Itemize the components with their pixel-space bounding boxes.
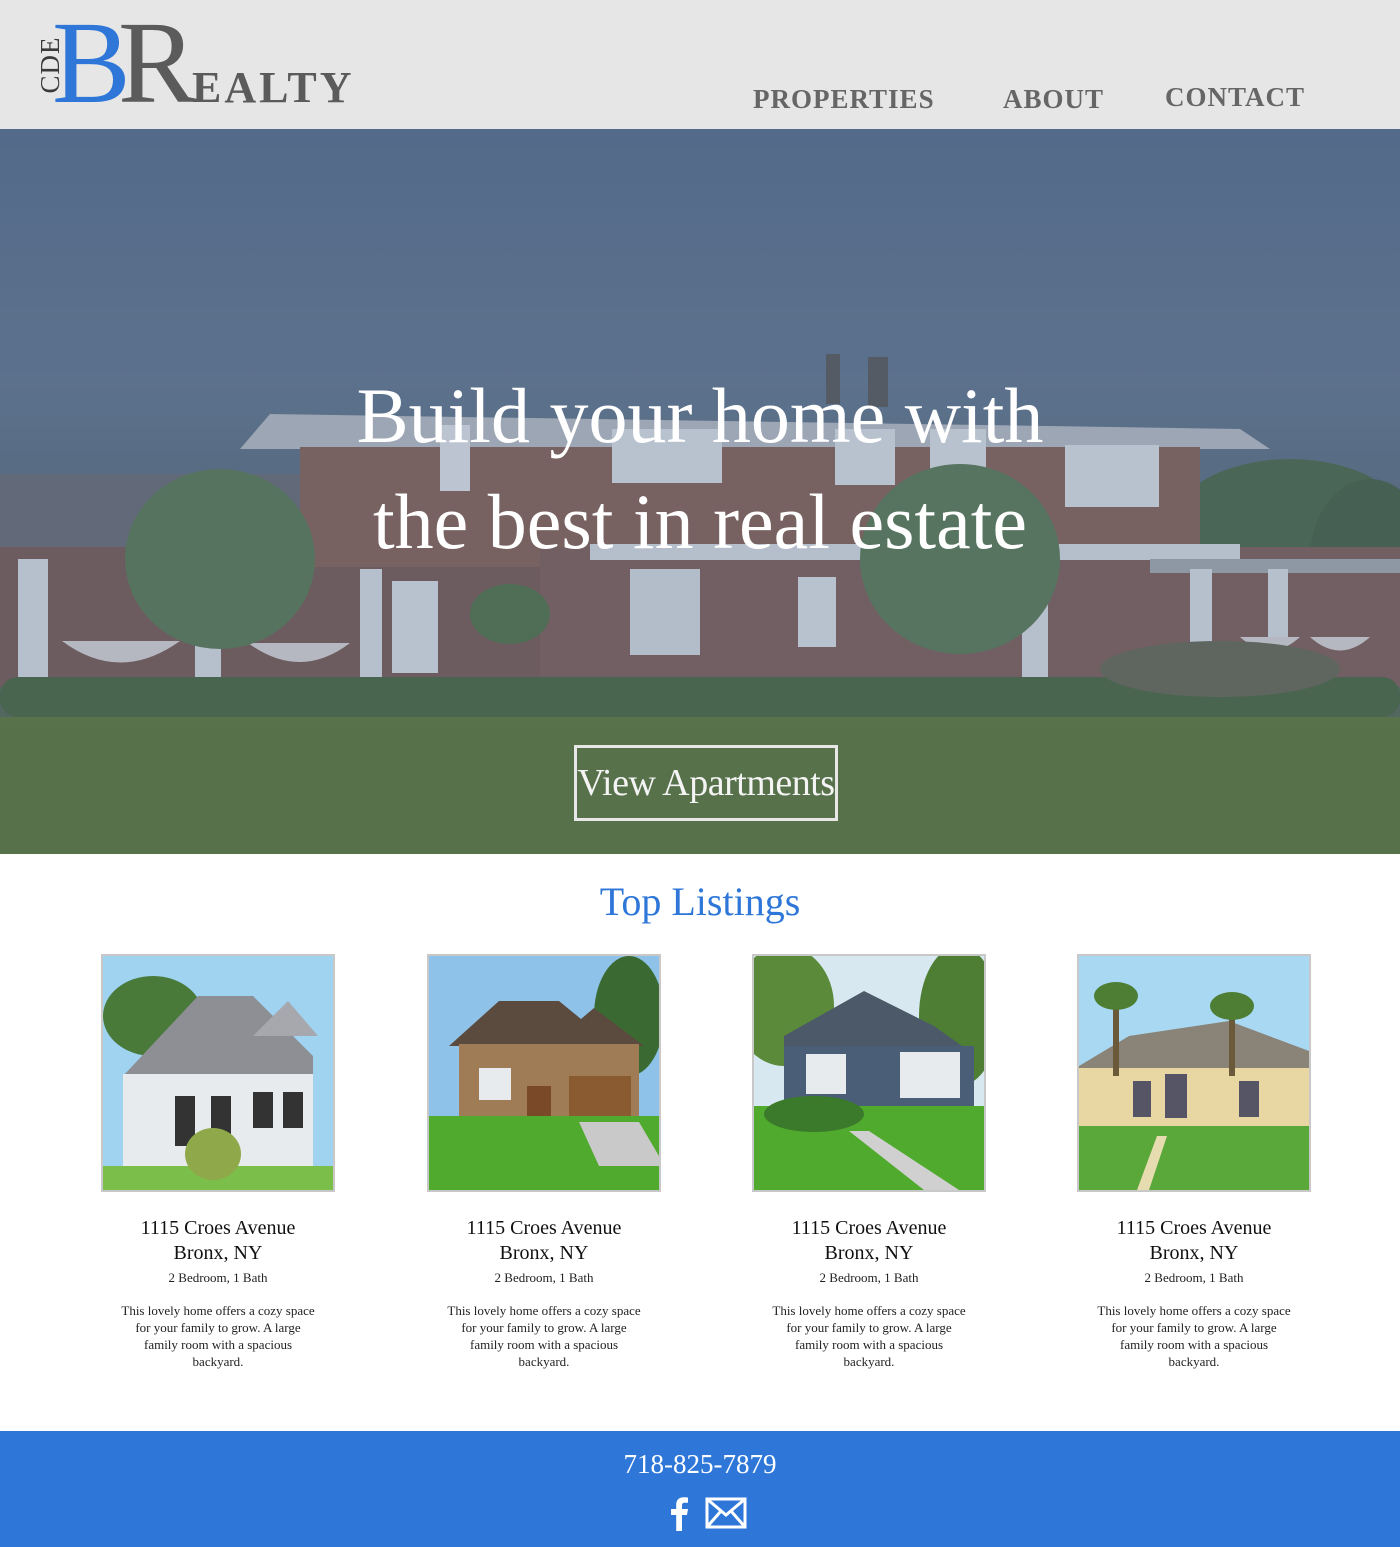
listing-city: Bronx, NY bbox=[173, 1242, 263, 1264]
listing-photo[interactable] bbox=[1077, 954, 1311, 1192]
nav-contact[interactable]: CONTACT bbox=[1165, 82, 1305, 113]
logo-ealty: EALTY bbox=[192, 63, 355, 112]
listing-city: Bronx, NY bbox=[824, 1242, 914, 1264]
logo-b: B bbox=[52, 0, 131, 128]
listing-address: 1115 Croes Avenue Bronx, NY bbox=[1047, 1216, 1341, 1266]
hero-title-line1: Build your home with bbox=[356, 372, 1044, 459]
hero-title-line2: the best in real estate bbox=[372, 478, 1028, 565]
top-listings-title: Top Listings bbox=[599, 879, 801, 924]
listing-address: 1115 Croes Avenue Bronx, NY bbox=[397, 1216, 691, 1266]
listing-street: 1115 Croes Avenue bbox=[791, 1217, 947, 1239]
nav-properties[interactable]: PROPERTIES bbox=[753, 84, 935, 115]
listing-address: 1115 Croes Avenue Bronx, NY bbox=[722, 1216, 1016, 1266]
listing-street: 1115 Croes Avenue bbox=[140, 1217, 296, 1239]
listing-photo[interactable] bbox=[752, 954, 986, 1192]
listing-city: Bronx, NY bbox=[1149, 1242, 1239, 1264]
nav-about[interactable]: ABOUT bbox=[1003, 84, 1104, 115]
site-header: CDE B R EALTY PROPERTIES ABOUT CONTACT bbox=[0, 0, 1400, 129]
listing-photo[interactable] bbox=[101, 954, 335, 1192]
listing-description: This lovely home offers a cozy space for… bbox=[1097, 1303, 1291, 1369]
facebook-icon[interactable] bbox=[668, 1497, 690, 1531]
listing-rooms: 2 Bedroom, 1 Bath bbox=[819, 1270, 919, 1285]
hero-title: Build your home with the best in real es… bbox=[0, 363, 1400, 575]
listing-description: This lovely home offers a cozy space for… bbox=[121, 1303, 315, 1369]
listing-street: 1115 Croes Avenue bbox=[1116, 1217, 1272, 1239]
listing-rooms: 2 Bedroom, 1 Bath bbox=[1144, 1270, 1244, 1285]
listing-rooms: 2 Bedroom, 1 Bath bbox=[494, 1270, 594, 1285]
phone-number[interactable]: 718-825-7879 bbox=[0, 1449, 1400, 1480]
logo-r: R bbox=[118, 0, 197, 128]
view-apartments-button[interactable]: View Apartments bbox=[574, 745, 838, 821]
listing-description: This lovely home offers a cozy space for… bbox=[447, 1303, 641, 1369]
listing-city: Bronx, NY bbox=[499, 1242, 589, 1264]
listing-address: 1115 Croes Avenue Bronx, NY bbox=[71, 1216, 365, 1266]
mail-icon[interactable] bbox=[705, 1497, 747, 1529]
logo[interactable]: CDE B R EALTY bbox=[30, 4, 370, 122]
site-footer: 718-825-7879 bbox=[0, 1431, 1400, 1547]
listing-description: This lovely home offers a cozy space for… bbox=[772, 1303, 966, 1369]
listing-photo[interactable] bbox=[427, 954, 661, 1192]
listing-street: 1115 Croes Avenue bbox=[466, 1217, 622, 1239]
listing-rooms: 2 Bedroom, 1 Bath bbox=[168, 1270, 268, 1285]
hero-banner: Build your home with the best in real es… bbox=[0, 129, 1400, 854]
